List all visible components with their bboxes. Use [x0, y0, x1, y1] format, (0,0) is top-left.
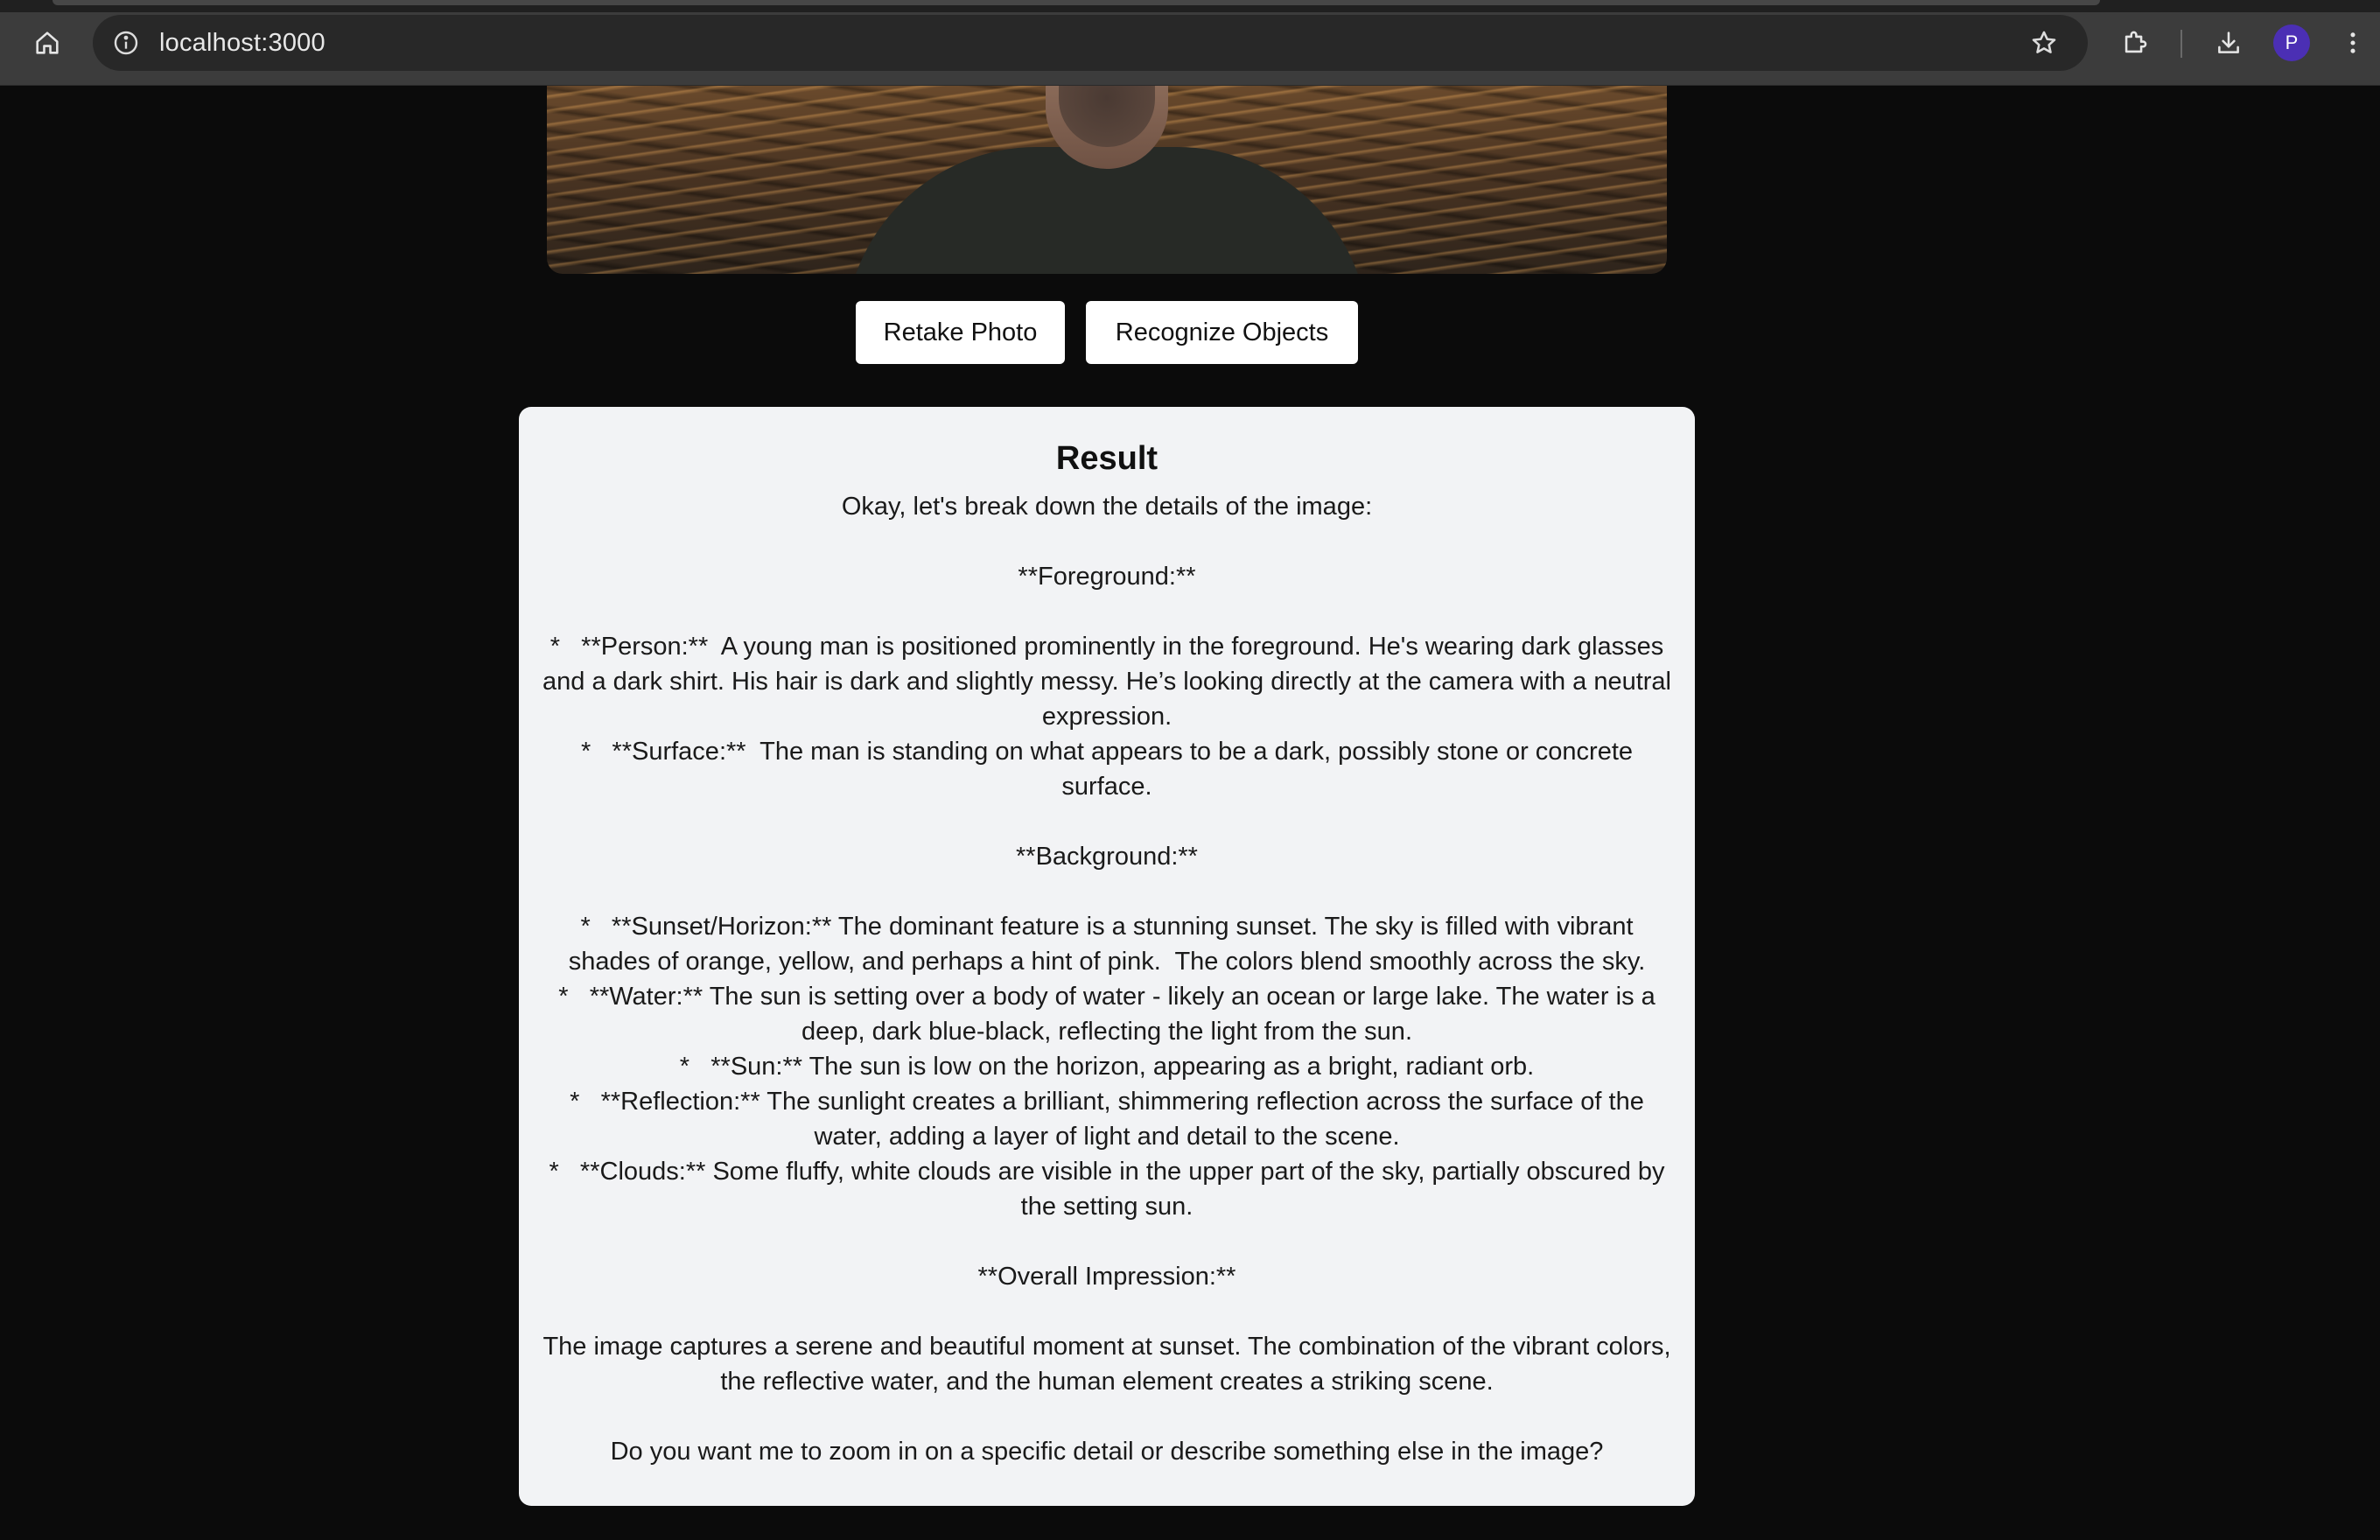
action-buttons: Retake Photo Recognize Objects	[0, 301, 2380, 364]
url-text[interactable]: localhost:3000	[159, 29, 326, 58]
puzzle-icon[interactable]	[2110, 18, 2160, 67]
toolbar-divider	[2180, 30, 2182, 58]
address-bar[interactable]: localhost:3000	[93, 15, 2088, 71]
profile-avatar[interactable]: P	[2273, 24, 2310, 61]
result-card: Result Okay, let's break down the detail…	[519, 407, 1695, 1506]
kebab-menu-icon[interactable]	[2331, 18, 2375, 67]
download-icon[interactable]	[2204, 18, 2253, 67]
retake-photo-button[interactable]: Retake Photo	[856, 301, 1065, 364]
profile-initial: P	[2285, 32, 2299, 53]
active-tab-edge[interactable]	[52, 0, 2100, 5]
result-title: Result	[1055, 440, 1158, 477]
recognize-objects-button[interactable]: Recognize Objects	[1086, 301, 1358, 364]
tab-strip	[0, 0, 2380, 12]
star-icon[interactable]	[2026, 25, 2062, 60]
page-viewport: Retake Photo Recognize Objects Result Ok…	[0, 86, 2380, 1540]
home-icon[interactable]	[23, 18, 72, 67]
info-icon[interactable]	[108, 25, 144, 60]
captured-photo	[547, 86, 1667, 274]
browser-toolbar: localhost:3000 P	[0, 0, 2380, 86]
result-text: Okay, let's break down the details of th…	[542, 493, 1671, 1466]
